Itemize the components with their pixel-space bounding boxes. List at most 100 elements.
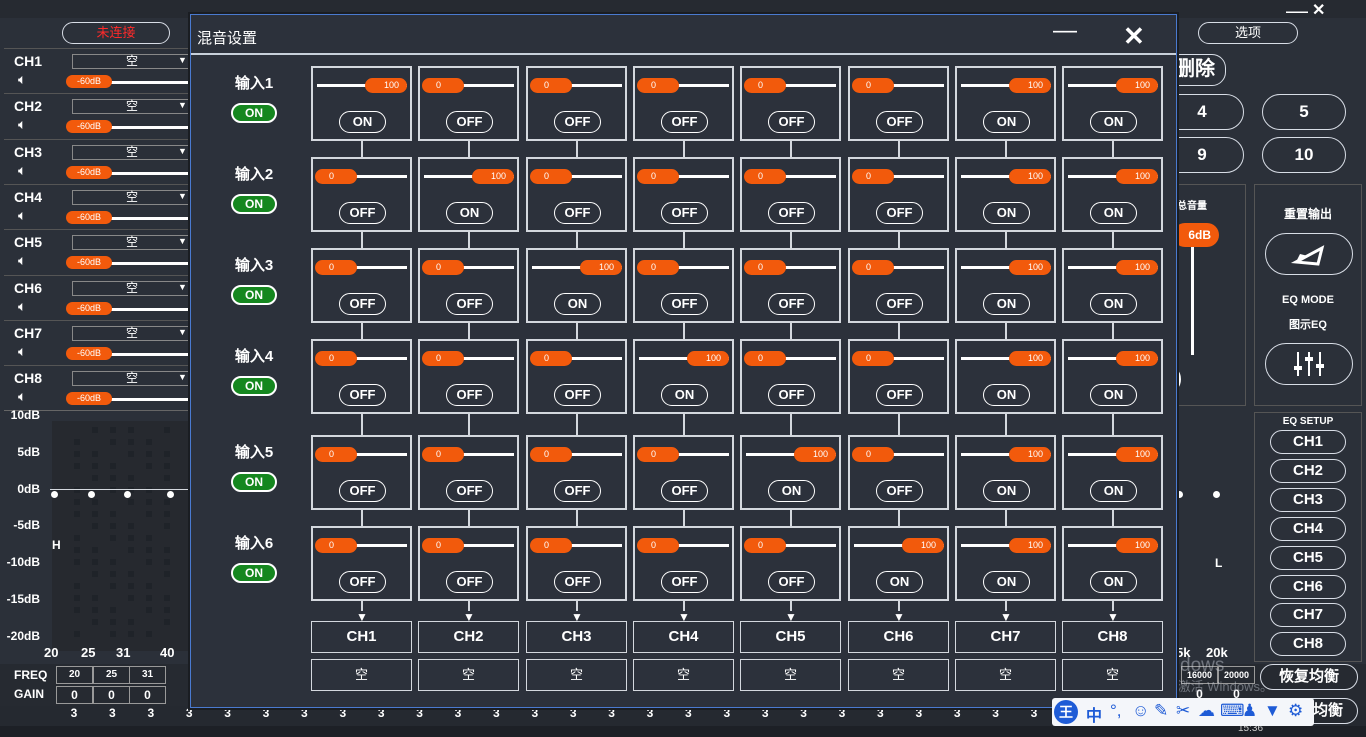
channel-level-track[interactable] bbox=[110, 216, 194, 220]
mix-level-knob[interactable]: 100 bbox=[902, 538, 944, 553]
ime-skin-icon[interactable]: ▼ bbox=[1264, 701, 1281, 721]
mix-route-toggle[interactable]: OFF bbox=[554, 202, 601, 224]
app-close-button[interactable]: ✕ bbox=[1312, 0, 1325, 20]
mix-level-knob[interactable]: 100 bbox=[1009, 447, 1051, 462]
q-value[interactable]: 3 bbox=[644, 706, 656, 720]
band-gain-cell[interactable]: 0 bbox=[93, 686, 130, 704]
band-freq-cell[interactable]: 31 bbox=[129, 666, 166, 684]
mix-route-toggle[interactable]: ON bbox=[446, 202, 493, 224]
speaker-icon[interactable]: 🔈︎ bbox=[18, 388, 26, 405]
mix-route-toggle[interactable]: OFF bbox=[661, 571, 708, 593]
mix-level-knob[interactable]: 100 bbox=[794, 447, 836, 462]
channel-level-track[interactable] bbox=[110, 262, 194, 266]
speaker-icon[interactable]: 🔈︎ bbox=[18, 343, 26, 360]
output-source-label[interactable]: 空 bbox=[311, 659, 412, 691]
band-freq-cell[interactable]: 20 bbox=[56, 666, 93, 684]
mix-level-knob[interactable]: 100 bbox=[1009, 260, 1051, 275]
mix-level-knob[interactable]: 0 bbox=[637, 169, 679, 184]
q-value[interactable]: 3 bbox=[375, 706, 387, 720]
q-value[interactable]: 3 bbox=[260, 706, 272, 720]
q-value[interactable]: 3 bbox=[414, 706, 426, 720]
channel-level-knob[interactable]: -60dB bbox=[66, 346, 112, 360]
channel-level-knob[interactable]: -60dB bbox=[66, 75, 112, 88]
options-button[interactable]: 选项 bbox=[1198, 22, 1298, 44]
eq-setup-channel-button[interactable]: CH6 bbox=[1270, 574, 1346, 599]
channel-source-select[interactable]: 空 bbox=[72, 99, 192, 115]
mix-route-toggle[interactable]: ON bbox=[1090, 293, 1137, 315]
mix-route-toggle[interactable]: ON bbox=[983, 293, 1030, 315]
mix-level-knob[interactable]: 100 bbox=[1116, 169, 1158, 184]
mix-level-knob[interactable]: 0 bbox=[530, 169, 572, 184]
mix-route-toggle[interactable]: OFF bbox=[554, 111, 601, 133]
mix-route-toggle[interactable]: ON bbox=[876, 571, 923, 593]
q-value[interactable]: 3 bbox=[836, 706, 848, 720]
output-source-label[interactable]: 空 bbox=[1062, 659, 1163, 691]
mix-route-toggle[interactable]: OFF bbox=[768, 384, 815, 406]
output-source-label[interactable]: 空 bbox=[633, 659, 734, 691]
input-enable-toggle[interactable]: ON bbox=[231, 103, 277, 123]
speaker-icon[interactable]: 🔈︎ bbox=[18, 71, 26, 88]
mix-level-knob[interactable]: 0 bbox=[637, 78, 679, 93]
eq-setup-channel-button[interactable]: CH3 bbox=[1270, 487, 1346, 512]
q-value[interactable]: 3 bbox=[798, 706, 810, 720]
channel-level-track[interactable] bbox=[110, 307, 194, 311]
eq-setup-channel-button[interactable]: CH8 bbox=[1270, 632, 1346, 657]
mix-level-knob[interactable]: 0 bbox=[422, 78, 464, 93]
mix-route-toggle[interactable]: ON bbox=[1090, 202, 1137, 224]
eq-band-node[interactable] bbox=[167, 491, 174, 498]
channel-level-track[interactable] bbox=[110, 398, 194, 402]
q-value[interactable]: 3 bbox=[951, 706, 963, 720]
mix-route-toggle[interactable]: OFF bbox=[446, 571, 493, 593]
ime-handwrite-icon[interactable]: ✎ bbox=[1154, 701, 1168, 721]
master-volume-knob[interactable]: 6dB bbox=[1173, 223, 1219, 247]
q-value[interactable]: 3 bbox=[222, 706, 234, 720]
app-minimize-button[interactable]: — bbox=[1286, 0, 1308, 24]
channel-level-knob[interactable]: -60dB bbox=[66, 210, 112, 224]
mix-route-toggle[interactable]: OFF bbox=[446, 293, 493, 315]
mix-route-toggle[interactable]: ON bbox=[661, 384, 708, 406]
connection-status[interactable]: 未连接 bbox=[62, 22, 170, 44]
mix-level-knob[interactable]: 100 bbox=[1116, 260, 1158, 275]
mix-route-toggle[interactable]: OFF bbox=[661, 111, 708, 133]
mix-route-toggle[interactable]: OFF bbox=[339, 293, 386, 315]
input-enable-toggle[interactable]: ON bbox=[231, 376, 277, 396]
ime-punct-icon[interactable]: °, bbox=[1110, 701, 1122, 721]
mix-route-toggle[interactable]: ON bbox=[983, 384, 1030, 406]
eq-mode-button[interactable] bbox=[1265, 343, 1353, 385]
q-value[interactable]: 3 bbox=[567, 706, 579, 720]
ime-keyboard-icon[interactable]: ⌨ bbox=[1220, 701, 1245, 721]
band-gain-cell[interactable]: 0 bbox=[56, 686, 93, 704]
eq-band-node[interactable] bbox=[1176, 491, 1183, 498]
mix-level-knob[interactable]: 0 bbox=[315, 351, 357, 366]
input-enable-toggle[interactable]: ON bbox=[231, 563, 277, 583]
ime-user-icon[interactable]: ♟ bbox=[1242, 701, 1257, 721]
mix-level-knob[interactable]: 0 bbox=[637, 538, 679, 553]
mix-level-knob[interactable]: 100 bbox=[1009, 169, 1051, 184]
mix-level-knob[interactable]: 0 bbox=[315, 447, 357, 462]
speaker-icon[interactable]: 🔈︎ bbox=[18, 298, 26, 315]
mix-route-toggle[interactable]: OFF bbox=[661, 293, 708, 315]
output-source-label[interactable]: 空 bbox=[955, 659, 1056, 691]
channel-level-track[interactable] bbox=[110, 81, 194, 84]
mix-route-toggle[interactable]: OFF bbox=[554, 384, 601, 406]
mix-level-knob[interactable]: 0 bbox=[852, 169, 894, 184]
mix-level-knob[interactable]: 100 bbox=[365, 78, 407, 93]
mix-level-knob[interactable]: 100 bbox=[1009, 351, 1051, 366]
reset-output-button[interactable] bbox=[1265, 233, 1353, 275]
input-enable-toggle[interactable]: ON bbox=[231, 194, 277, 214]
channel-source-select[interactable]: 空 bbox=[72, 54, 192, 69]
mix-level-knob[interactable]: 100 bbox=[687, 351, 729, 366]
mix-route-toggle[interactable]: OFF bbox=[876, 111, 923, 133]
mix-route-toggle[interactable]: OFF bbox=[446, 480, 493, 502]
mixer-close-button[interactable]: ✕ bbox=[1123, 21, 1145, 52]
mix-route-toggle[interactable]: ON bbox=[1090, 571, 1137, 593]
band-gain-cell[interactable]: 0 bbox=[129, 686, 166, 704]
mix-route-toggle[interactable]: ON bbox=[768, 480, 815, 502]
mix-level-knob[interactable]: 0 bbox=[422, 538, 464, 553]
mix-level-knob[interactable]: 0 bbox=[852, 78, 894, 93]
mix-level-knob[interactable]: 0 bbox=[637, 260, 679, 275]
q-value[interactable]: 3 bbox=[452, 706, 464, 720]
channel-level-knob[interactable]: -60dB bbox=[66, 392, 112, 406]
q-value[interactable]: 3 bbox=[183, 706, 195, 720]
mix-level-knob[interactable]: 100 bbox=[1116, 538, 1158, 553]
